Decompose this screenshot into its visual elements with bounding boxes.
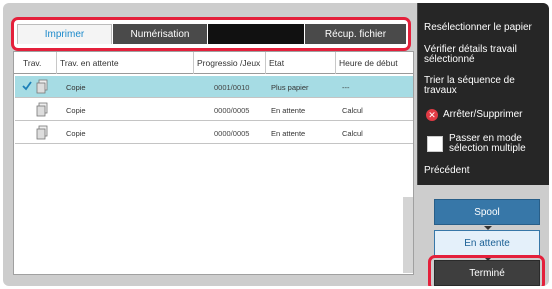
job-list-panel: Trav. Trav. en attente Progressio /Jeux … [13, 51, 414, 275]
copy-job-icon [36, 125, 48, 140]
menu-stop-label: Arrêter/Supprimer [443, 109, 523, 120]
done-button[interactable]: Terminé [434, 260, 540, 286]
tab-blank[interactable] [208, 24, 304, 44]
job-state: Plus papier [271, 82, 309, 92]
header-progression: Progressio /Jeux [193, 52, 265, 74]
job-start-time: Calcul [342, 128, 363, 138]
mode-tab-bar: Imprimer Numérisation Récup. fichier [11, 17, 411, 51]
job-status-screen: Imprimer Numérisation Récup. fichier Tra… [3, 3, 549, 286]
menu-previous[interactable]: Précédent [424, 166, 470, 176]
table-row[interactable]: Copie 0001/0010 Plus papier --- [15, 76, 413, 98]
copy-job-icon [36, 102, 48, 117]
waiting-button[interactable]: En attente [434, 230, 540, 256]
header-etat: Etat [265, 52, 335, 74]
job-state: En attente [271, 128, 306, 138]
tab-imprimer[interactable]: Imprimer [17, 24, 112, 44]
job-start-time: Calcul [342, 105, 363, 115]
copy-job-icon [36, 79, 48, 94]
stop-icon: ✕ [426, 109, 438, 121]
header-heure-debut: Heure de début [335, 52, 415, 74]
spool-button[interactable]: Spool [434, 199, 540, 225]
job-type: Copie [66, 105, 86, 115]
action-menu: Resélectionner le papier Vérifier détail… [417, 3, 549, 185]
scrollbar[interactable] [403, 197, 413, 273]
table-header: Trav. Trav. en attente Progressio /Jeux … [14, 52, 413, 74]
menu-stop-delete[interactable]: ✕ Arrêter/Supprimer [426, 109, 522, 121]
table-row[interactable]: Copie 0000/0005 En attente Calcul [15, 99, 413, 121]
tab-recup-fichier[interactable]: Récup. fichier [305, 24, 406, 44]
job-progress: 0000/0005 [214, 105, 250, 115]
job-start-time: --- [342, 82, 350, 92]
table-row[interactable]: Copie 0000/0005 En attente Calcul [15, 122, 413, 144]
menu-reselect-paper[interactable]: Resélectionner le papier [424, 23, 532, 33]
header-trav-en-attente: Trav. en attente [56, 52, 194, 74]
job-type: Copie [66, 128, 86, 138]
job-progress: 0001/0010 [214, 82, 250, 92]
tab-numerisation[interactable]: Numérisation [113, 24, 207, 44]
multi-select-checkbox[interactable] [427, 136, 443, 152]
job-type: Copie [66, 82, 86, 92]
menu-multi-select[interactable]: Passer en mode sélection multiple [449, 134, 544, 154]
job-progress: 0000/0005 [214, 128, 250, 138]
checkmark-icon [22, 81, 32, 91]
header-trav: Trav. [23, 57, 42, 68]
menu-verify-details[interactable]: Vérifier détails travail sélectionné [424, 45, 536, 65]
job-state: En attente [271, 105, 306, 115]
menu-sort-jobs[interactable]: Trier la séquence de travaux [424, 76, 528, 96]
